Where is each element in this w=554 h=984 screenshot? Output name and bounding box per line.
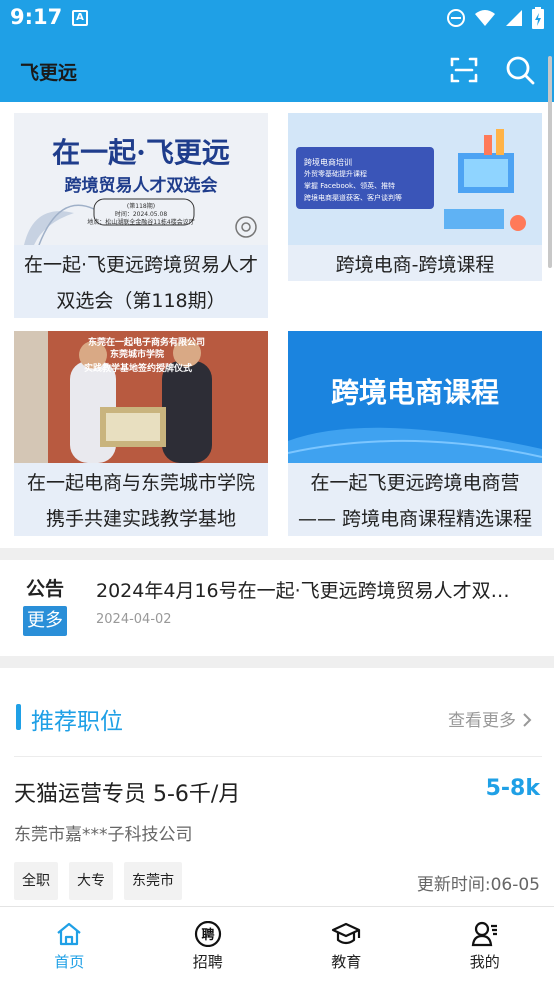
status-icons [446, 7, 544, 29]
chevron-right-icon [523, 713, 532, 727]
banner-card-course[interactable]: 跨境电商课程 在一起飞更远跨境电商营—— 跨境电商课程精选课程 [288, 331, 542, 536]
banner-line: 实践教学基地签约授牌仪式 [84, 364, 193, 374]
banner-image-course: 跨境电商课程 [288, 331, 542, 463]
banner-card-job-fair[interactable]: 在一起·飞更远 跨境贸易人才双选会 (第118期) 时间：2024.05.08 … [14, 113, 268, 318]
scan-icon [450, 57, 478, 83]
banner-line: 东莞城市学院 [110, 350, 165, 360]
card-caption: 在一起电商与东莞城市学院携手共建实践教学基地 [26, 472, 255, 530]
section-accent-bar [16, 704, 21, 730]
nav-label: 首页 [54, 953, 85, 971]
status-time: 9:17 [10, 5, 63, 29]
job-title[interactable]: 天猫运营专员 5-6千/月 [14, 776, 240, 808]
banner-line: 掌握 Facebook、领英、推特 [304, 182, 396, 190]
nav-label: 教育 [331, 953, 362, 971]
nav-profile[interactable]: 我的 [416, 907, 554, 984]
banner-grid: 在一起·飞更远 跨境贸易人才双选会 (第118期) 时间：2024.05.08 … [0, 102, 554, 548]
notice-bar[interactable]: 公告 更多 2024年4月16号在一起·飞更远跨境贸易人才双选会 2024-04… [0, 560, 554, 656]
nav-label: 我的 [469, 953, 500, 971]
job-tag: 全职 [14, 862, 58, 900]
do-not-disturb-icon [447, 9, 465, 27]
card-caption: 在一起飞更远跨境电商营—— 跨境电商课程精选课程 [297, 472, 533, 530]
app-bar: 飞更远 [0, 36, 554, 102]
card-caption: 跨境电商-跨境课程 [335, 254, 495, 276]
notice-more-button[interactable]: 更多 [23, 606, 67, 636]
recruit-icon: 聘 [194, 921, 221, 947]
bottom-nav: 首页 聘 招聘 教育 我的 [0, 906, 554, 984]
search-icon [506, 56, 535, 85]
notice-title[interactable]: 2024年4月16号在一起·飞更远跨境贸易人才双选会 [96, 576, 516, 603]
job-salary: 5-8k [485, 776, 540, 801]
view-more-link[interactable]: 查看更多 [448, 706, 533, 731]
banner-image-ecommerce: 跨境电商培训 外贸零基础提升课程 掌握 Facebook、领英、推特 跨境电商渠… [288, 113, 542, 245]
job-update-time: 更新时间:06-05 [416, 875, 540, 895]
section-title: 推荐职位 [31, 709, 123, 735]
job-tag: 大专 [69, 862, 113, 900]
banner-graphic [288, 113, 542, 245]
card-caption: 在一起·飞更远跨境贸易人才双选会（第118期） [23, 254, 259, 312]
banner-headline: 在一起·飞更远 [52, 136, 230, 169]
notification-icon: A [72, 10, 88, 26]
wifi-icon [475, 10, 495, 26]
banner-line: 跨境电商渠道获客、客户谈判等 [304, 194, 402, 202]
nav-label: 招聘 [192, 953, 223, 971]
recommended-jobs: 推荐职位 查看更多 天猫运营专员 5-6千/月 5-8k 东莞市嘉***子科技公… [0, 668, 554, 908]
battery-icon [532, 7, 544, 29]
view-more-label: 查看更多 [448, 711, 516, 731]
status-bar: 9:17 A [0, 0, 554, 36]
banner-image-job-fair: 在一起·飞更远 跨境贸易人才双选会 (第118期) 时间：2024.05.08 … [14, 113, 268, 245]
banner-line: 外贸零基础提升课程 [304, 170, 367, 178]
divider [14, 756, 542, 757]
banner-headline: 跨境电商课程 [330, 376, 499, 409]
notice-date: 2024-04-02 [96, 612, 172, 627]
banner-subheadline: 跨境贸易人才双选会 [64, 176, 218, 196]
scrollbar[interactable] [548, 56, 552, 268]
search-button[interactable] [504, 54, 536, 86]
job-tag: 东莞市 [124, 862, 182, 900]
banner-card-school[interactable]: 东莞在一起电子商务有限公司 东莞城市学院 实践教学基地签约授牌仪式 在一起电商与… [14, 331, 268, 536]
app-title: 飞更远 [20, 62, 78, 84]
banner-card-ecommerce[interactable]: 跨境电商培训 外贸零基础提升课程 掌握 Facebook、领英、推特 跨境电商渠… [288, 113, 542, 281]
scan-button[interactable] [448, 54, 480, 86]
banner-place: 地点：松山湖联全金融谷11栋4楼会议厅 [87, 219, 195, 226]
nav-education[interactable]: 教育 [277, 907, 416, 984]
profile-icon [471, 921, 497, 947]
education-icon [332, 922, 361, 945]
home-icon [57, 922, 81, 946]
nav-home[interactable]: 首页 [0, 907, 139, 984]
signal-icon [506, 10, 522, 26]
job-tags: 全职 大专 东莞市 [14, 862, 182, 900]
notice-label: 公告 [26, 578, 65, 600]
nav-recruit[interactable]: 聘 招聘 [139, 907, 278, 984]
banner-image-school: 东莞在一起电子商务有限公司 东莞城市学院 实践教学基地签约授牌仪式 [14, 331, 268, 463]
job-company: 东莞市嘉***子科技公司 [14, 825, 193, 845]
banner-line: 跨境电商培训 [304, 158, 352, 167]
svg-text:聘: 聘 [201, 927, 214, 943]
